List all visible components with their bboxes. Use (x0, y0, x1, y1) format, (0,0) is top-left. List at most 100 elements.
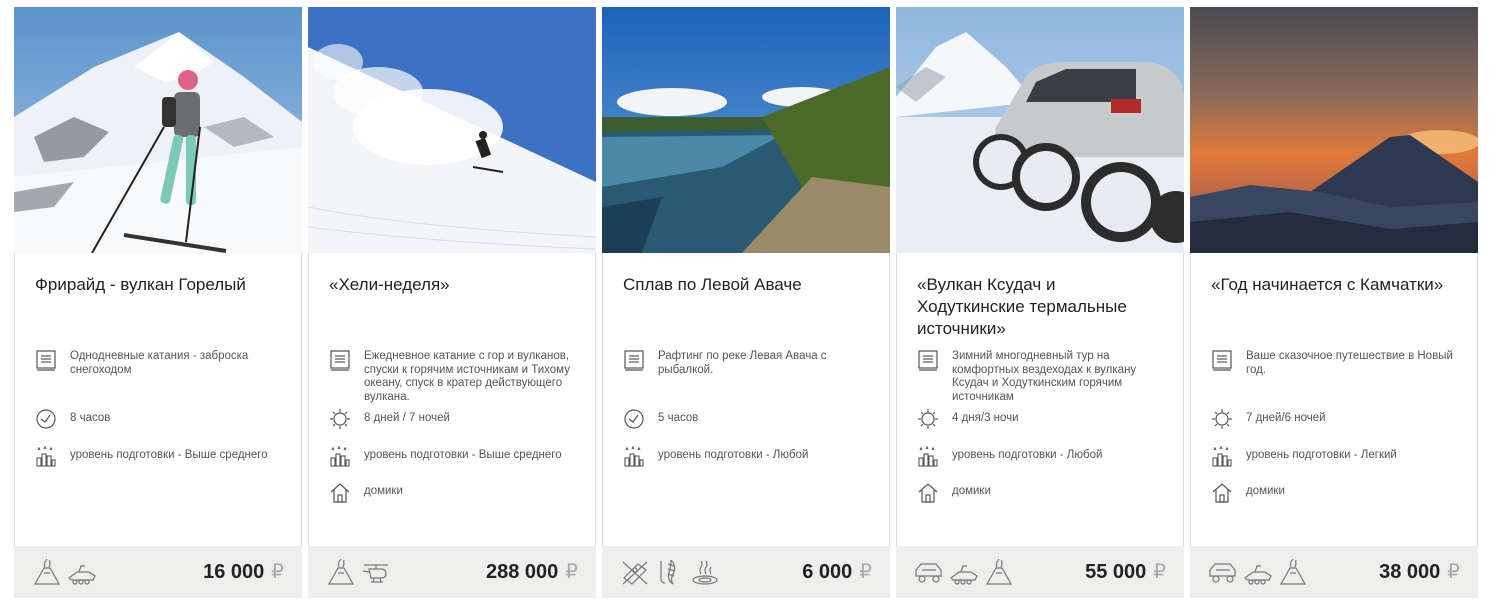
volcano-icon (326, 558, 356, 586)
house-icon (1211, 481, 1233, 503)
tour-title[interactable]: «Вулкан Ксудач и Ходуткинские термальные… (917, 274, 1167, 340)
tour-card-footer: 16 000 ₽ (14, 546, 302, 598)
level-bars-icon (1211, 445, 1233, 467)
snowmobile-icon (67, 558, 97, 586)
level-row: уровень подготовки - Выше среднего (35, 445, 285, 467)
tour-level: уровень подготовки - Выше среднего (70, 449, 268, 461)
tour-price: 38 000 ₽ (1379, 559, 1460, 584)
sun-icon (1211, 408, 1233, 430)
level-bars-icon (623, 445, 645, 467)
tour-title[interactable]: Фрирайд - вулкан Горелый (35, 274, 285, 296)
tour-photo-skier[interactable] (14, 7, 302, 253)
tour-card[interactable]: Сплав по Левой Аваче Рафтинг по реке Лев… (602, 7, 890, 598)
duration-row: 5 часов (623, 408, 873, 430)
price-value: 38 000 (1379, 561, 1441, 583)
tour-duration: 4 дня/3 ночи (952, 412, 1019, 424)
clock-icon (623, 408, 645, 430)
tour-lodging: домики (952, 485, 991, 497)
tour-title[interactable]: «Хели-неделя» (329, 274, 579, 296)
lodging-row: домики (917, 481, 1167, 503)
currency-symbol: ₽ (1153, 561, 1166, 583)
tour-card-footer: 6 000 ₽ (602, 546, 890, 598)
offroad-car-icon (914, 558, 944, 586)
rafting-icon (620, 558, 650, 586)
tour-card[interactable]: «Хели-неделя» Ежедневное катание с гор и… (308, 7, 596, 598)
hot-spring-icon (690, 558, 720, 586)
tour-description: Ежедневное катание с гор и вулканов, спу… (364, 350, 570, 403)
sun-icon (917, 408, 939, 430)
price-value: 288 000 (485, 561, 559, 583)
currency-symbol: ₽ (859, 561, 872, 583)
tour-card[interactable]: Фрирайд - вулкан Горелый Однодневные кат… (14, 7, 302, 598)
house-icon (329, 481, 351, 503)
lodging-row: домики (329, 481, 579, 503)
tour-card-footer: 55 000 ₽ (896, 546, 1184, 598)
currency-symbol: ₽ (565, 561, 578, 583)
description-row: Рафтинг по реке Левая Авача с рыбалкой. (623, 349, 873, 377)
duration-row: 8 часов (35, 408, 285, 430)
tour-photo-sunset[interactable] (1190, 7, 1478, 253)
duration-row: 7 дней/6 ночей (1211, 408, 1461, 430)
tour-photo-river[interactable] (602, 7, 890, 253)
description-row: Ежедневное катание с гор и вулканов, спу… (329, 349, 579, 404)
price-value: 16 000 (203, 561, 265, 583)
tour-description: Однодневные катания - заброска снегоходо… (70, 350, 249, 376)
currency-symbol: ₽ (271, 561, 284, 583)
tour-level: уровень подготовки - Любой (658, 449, 809, 461)
book-icon (1211, 349, 1233, 371)
level-bars-icon (35, 445, 57, 467)
tour-price: 6 000 ₽ (802, 559, 872, 584)
price-value: 55 000 (1085, 561, 1147, 583)
tour-card[interactable]: «Вулкан Ксудач и Ходуткинские термальные… (896, 7, 1184, 598)
book-icon (623, 349, 645, 371)
level-row: уровень подготовки - Выше среднего (329, 445, 579, 467)
helicopter-icon (361, 558, 391, 586)
house-icon (917, 481, 939, 503)
volcano-icon (32, 558, 62, 586)
clock-icon (35, 408, 57, 430)
book-icon (917, 349, 939, 371)
description-row: Зимний многодневный тур на комфортных ве… (917, 349, 1167, 404)
price-value: 6 000 (802, 561, 853, 583)
tour-duration: 7 дней/6 ночей (1246, 412, 1326, 424)
duration-row: 8 дней / 7 ночей (329, 408, 579, 430)
level-row: уровень подготовки - Любой (623, 445, 873, 467)
tour-level: уровень подготовки - Любой (952, 449, 1103, 461)
description-row: Ваше сказочное путешествие в Новый год. (1211, 349, 1461, 377)
tour-duration: 8 дней / 7 ночей (364, 412, 450, 424)
offroad-car-icon (1208, 558, 1238, 586)
tour-title[interactable]: Сплав по Левой Аваче (623, 274, 873, 296)
level-row: уровень подготовки - Любой (917, 445, 1167, 467)
snowmobile-icon (949, 558, 979, 586)
duration-row: 4 дня/3 ночи (917, 408, 1167, 430)
tour-price: 16 000 ₽ (203, 559, 284, 584)
tour-price: 288 000 ₽ (486, 559, 578, 584)
snowmobile-icon (1243, 558, 1273, 586)
tour-description: Зимний многодневный тур на комфортных ве… (952, 350, 1137, 403)
tour-description: Ваше сказочное путешествие в Новый год. (1246, 350, 1453, 376)
level-bars-icon (329, 445, 351, 467)
tour-card[interactable]: «Год начинается с Камчатки» Ваше сказочн… (1190, 7, 1478, 598)
description-row: Однодневные катания - заброска снегоходо… (35, 349, 285, 377)
currency-symbol: ₽ (1447, 561, 1460, 583)
tour-photo-powder[interactable] (308, 7, 596, 253)
sun-icon (329, 408, 351, 430)
volcano-icon (1278, 558, 1308, 586)
lodging-row: домики (1211, 481, 1461, 503)
tour-level: уровень подготовки - Выше среднего (364, 449, 562, 461)
tour-description: Рафтинг по реке Левая Авача с рыбалкой. (658, 350, 827, 376)
tour-photo-offroad[interactable] (896, 7, 1184, 253)
book-icon (329, 349, 351, 371)
level-bars-icon (917, 445, 939, 467)
tour-lodging: домики (1246, 485, 1285, 497)
tour-cards-list: Фрирайд - вулкан Горелый Однодневные кат… (14, 7, 1478, 598)
tour-duration: 5 часов (658, 412, 699, 424)
tour-price: 55 000 ₽ (1085, 559, 1166, 584)
tour-card-footer: 288 000 ₽ (308, 546, 596, 598)
fishing-icon (655, 558, 685, 586)
book-icon (35, 349, 57, 371)
tour-title[interactable]: «Год начинается с Камчатки» (1211, 274, 1461, 296)
volcano-icon (984, 558, 1014, 586)
tour-lodging: домики (364, 485, 403, 497)
tour-duration: 8 часов (70, 412, 111, 424)
